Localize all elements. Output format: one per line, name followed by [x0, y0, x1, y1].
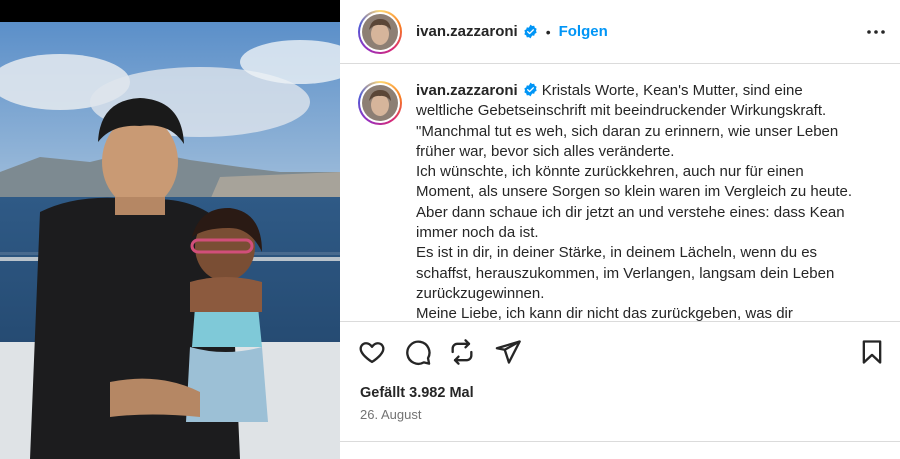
caption-line: weltliche Gebetseinschrift mit beeindruc… — [416, 102, 827, 120]
caption-line: immer noch da ist. — [416, 224, 539, 242]
caption-section: ivan.zazzaroni Kristals Worte, Kean's Mu… — [340, 65, 900, 321]
heart-icon[interactable] — [358, 338, 386, 366]
follow-button[interactable]: Folgen — [559, 23, 608, 40]
caption-line: "Manchmal tut es weh, sich daran zu erin… — [416, 122, 839, 140]
post-details-panel: ivan.zazzaroni • Folgen ivan.zazzaroni K… — [340, 0, 900, 459]
send-icon[interactable] — [494, 338, 522, 366]
repost-icon[interactable] — [448, 338, 476, 366]
bookmark-icon[interactable] — [858, 338, 886, 366]
post-date[interactable]: 26. August — [360, 407, 421, 422]
post-header: ivan.zazzaroni • Folgen — [340, 0, 900, 64]
caption-line: schaffst, herauszukommen, im Verlangen, … — [416, 264, 835, 282]
post-media[interactable] — [0, 0, 340, 459]
caption-line: früher war, bevor sich alles veränderte. — [416, 142, 675, 160]
caption-line: Moment, als unsere Sorgen so klein waren… — [416, 183, 853, 201]
more-options-icon[interactable] — [864, 20, 888, 44]
caption-line: zurückzugewinnen. — [416, 284, 545, 302]
header-separator: • — [545, 23, 551, 40]
caption-line: Meine Liebe, ich kann dir nicht das zurü… — [416, 305, 793, 321]
media-top-bar — [0, 0, 340, 22]
header-username[interactable]: ivan.zazzaroni — [416, 23, 518, 40]
caption-first-line: ivan.zazzaroni Kristals Worte, Kean's Mu… — [416, 81, 886, 101]
verified-badge-icon — [524, 82, 537, 97]
avatar[interactable] — [358, 9, 402, 54]
likes-count[interactable]: Gefällt 3.982 Mal — [360, 385, 474, 401]
caption-line: Aber dann schaue ich dir jetzt an und ve… — [416, 203, 845, 221]
action-bar — [340, 321, 900, 381]
post-photo — [0, 22, 340, 459]
caption-text: ivan.zazzaroni Kristals Worte, Kean's Mu… — [416, 81, 886, 321]
caption-username[interactable]: ivan.zazzaroni — [416, 82, 518, 99]
profile-picture — [362, 13, 398, 50]
divider — [340, 441, 900, 442]
caption-line: Es ist in dir, in deiner Stärke, in dein… — [416, 244, 818, 262]
comment-icon[interactable] — [404, 338, 432, 366]
caption-avatar[interactable] — [358, 81, 402, 125]
verified-badge-icon — [524, 24, 537, 39]
caption-line: Kristals Worte, Kean's Mutter, sind eine — [541, 82, 803, 99]
caption-line: Ich wünschte, ich könnte zurückkehren, a… — [416, 163, 804, 181]
profile-picture — [362, 85, 398, 121]
